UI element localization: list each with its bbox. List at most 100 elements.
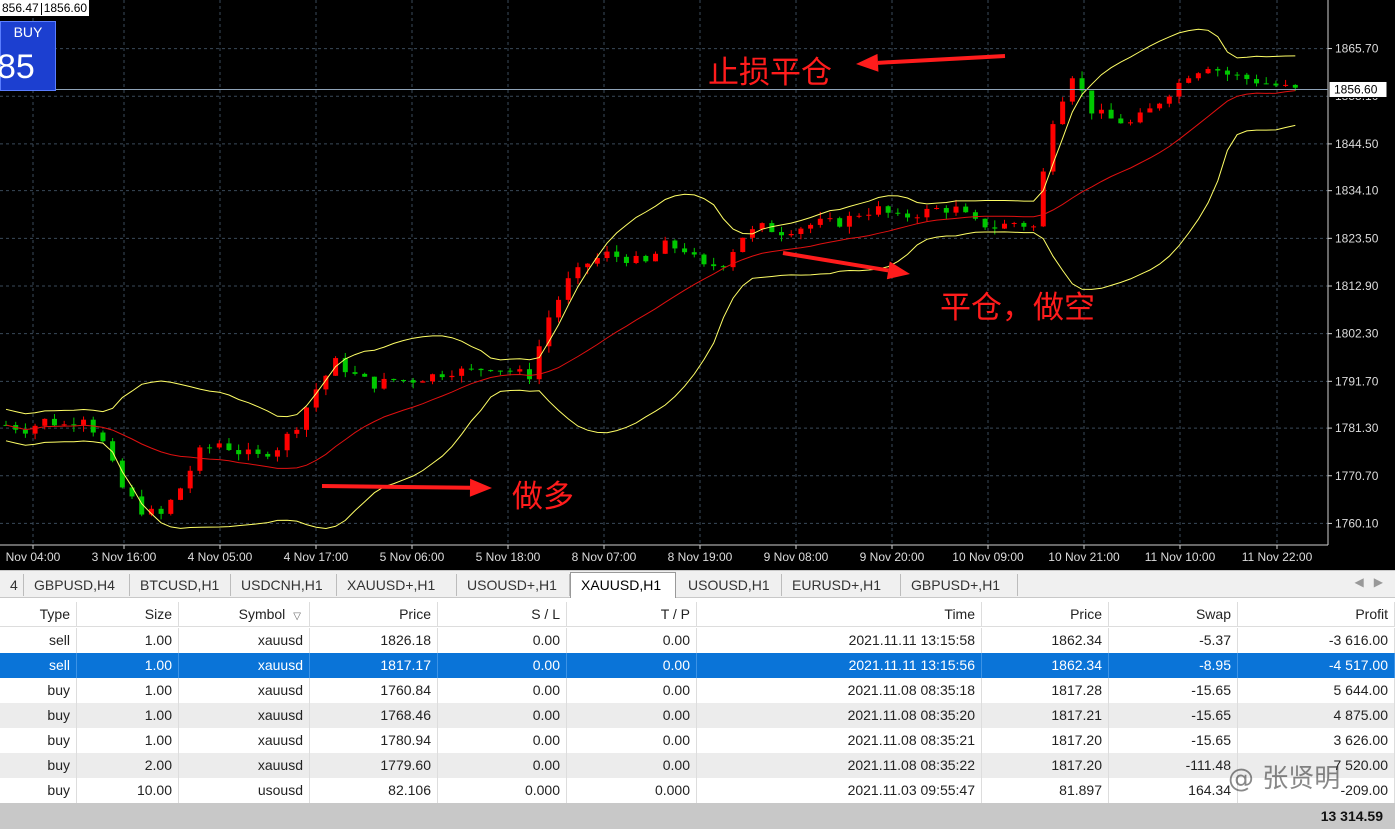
- candle: [468, 368, 474, 370]
- table-row-cell: buy: [0, 753, 77, 778]
- candle: [1195, 73, 1201, 79]
- candle: [420, 381, 426, 383]
- table-row[interactable]: buy 10.00 usousd 82.106 0.000 0.000 2021.11.03…: [0, 778, 1395, 803]
- candle: [410, 380, 416, 383]
- table-header-cell: S / L: [438, 602, 567, 627]
- candle: [924, 208, 930, 218]
- arrow-go-long-head: [469, 478, 492, 497]
- candle: [391, 378, 397, 381]
- tab-eurusdplus-h1[interactable]: EURUSD+,H1: [782, 574, 901, 596]
- candle: [972, 212, 978, 219]
- tab-scroll-arrows[interactable]: ◀ ▶: [1355, 575, 1383, 589]
- table-row[interactable]: buy 2.00 xauusd 1779.60 0.00 0.00 2021.11.08 0…: [0, 753, 1395, 778]
- candle: [846, 215, 852, 227]
- table-header-cell: Profit: [1238, 602, 1395, 627]
- candle: [885, 206, 891, 213]
- candle: [1273, 83, 1279, 86]
- total-row: 13 314.59: [0, 803, 1395, 829]
- tab-xauusdplus-h1[interactable]: XAUUSD+,H1: [337, 574, 457, 596]
- candle: [459, 368, 465, 376]
- table-row-cell: -15.65: [1109, 703, 1238, 728]
- candle: [623, 256, 629, 263]
- chart-canvas[interactable]: 1865.701855.101844.501834.101823.501812.…: [0, 0, 1395, 570]
- candle: [400, 380, 406, 382]
- table-row-cell: buy: [0, 778, 77, 803]
- candle: [61, 424, 67, 426]
- candle: [226, 443, 232, 451]
- candle: [294, 429, 300, 434]
- candle: [32, 425, 38, 434]
- candle: [488, 370, 494, 372]
- table-row-cell: 1862.34: [982, 653, 1109, 678]
- table-row[interactable]: buy 1.00 xauusd 1760.84 0.00 0.00 2021.11.08 0…: [0, 678, 1395, 703]
- candle: [585, 263, 591, 268]
- table-header[interactable]: Type Size Symbol ▽ Price S / LT / P Time Price S…: [0, 602, 1395, 627]
- candle: [1108, 109, 1114, 119]
- candle: [614, 251, 620, 257]
- x-tick-label: 8 Nov 07:00: [572, 550, 637, 564]
- tab-gbpusd-h4[interactable]: GBPUSD,H4: [24, 574, 130, 596]
- candle: [905, 213, 911, 218]
- table-row-cell: 0.00: [438, 703, 567, 728]
- tab-gbpusdplus-h1[interactable]: GBPUSD+,H1: [901, 574, 1018, 596]
- candle: [779, 232, 785, 236]
- tab-xauusd-h1[interactable]: XAUUSD,H1: [570, 572, 676, 598]
- tab-usousd-h1[interactable]: USOUSD,H1: [678, 574, 782, 596]
- y-tick-label: 1760.10: [1335, 516, 1379, 530]
- candle: [371, 376, 377, 389]
- candle: [129, 487, 135, 497]
- arrow-stop-loss: [877, 54, 1006, 65]
- candle: [158, 508, 164, 514]
- table-row[interactable]: sell 1.00 xauusd 1826.18 0.00 0.00 2021.11.11 …: [0, 628, 1395, 653]
- table-row[interactable]: buy 1.00 xauusd 1780.94 0.00 0.00 2021.11.08 0…: [0, 728, 1395, 753]
- table-row-cell: 2021.11.11 13:15:56: [697, 653, 982, 678]
- candle: [565, 278, 571, 300]
- table-row-cell: 0.00: [438, 678, 567, 703]
- candle: [51, 418, 57, 426]
- candle: [604, 251, 610, 259]
- y-tick-label: 1812.90: [1335, 279, 1379, 293]
- tab-usdcnh-h1[interactable]: USDCNH,H1: [231, 574, 337, 596]
- bollinger-upper: [5, 28, 1296, 418]
- candle: [1224, 70, 1230, 75]
- x-tick-label: 11 Nov 22:00: [1242, 550, 1313, 564]
- candle: [788, 233, 794, 236]
- candle: [1234, 74, 1240, 76]
- table-row-cell: -5.37: [1109, 628, 1238, 653]
- candle: [1128, 122, 1134, 124]
- table-row-cell: 0.000: [438, 778, 567, 803]
- tab-btcusd-h1[interactable]: BTCUSD,H1: [130, 574, 231, 596]
- table-header-cell: Price: [310, 602, 438, 627]
- table-row[interactable]: sell 1.00 xauusd 1817.17 0.00 0.00 2021.11.11 …: [0, 653, 1395, 678]
- candle: [430, 374, 436, 382]
- table-row-cell: 0.00: [438, 753, 567, 778]
- tab-0[interactable]: 4: [0, 574, 24, 596]
- candle: [672, 240, 678, 249]
- table-row-cell: 1817.20: [982, 728, 1109, 753]
- table-row-cell: 0.00: [567, 728, 697, 753]
- candle: [517, 369, 523, 372]
- table-row-cell: 1.00: [77, 728, 179, 753]
- candle: [1011, 222, 1017, 224]
- table-row-cell: 1817.20: [982, 753, 1109, 778]
- table-row-cell: -15.65: [1109, 678, 1238, 703]
- x-tick-label: 4 Nov 17:00: [284, 550, 349, 564]
- table-row-cell: sell: [0, 628, 77, 653]
- candle: [934, 208, 940, 210]
- total-profit: 13 314.59: [1320, 808, 1383, 824]
- y-tick-label: 1781.30: [1335, 421, 1379, 435]
- table-row-cell: xauusd: [179, 753, 310, 778]
- tab-usousdplus-h1[interactable]: USOUSD+,H1: [457, 574, 570, 596]
- one-click-buy-button[interactable]: BUY 85: [0, 21, 56, 91]
- candle: [313, 389, 319, 408]
- table-row-cell: 1760.84: [310, 678, 438, 703]
- candle: [866, 214, 872, 216]
- table-row[interactable]: buy 1.00 xauusd 1768.46 0.00 0.00 2021.11.08 0…: [0, 703, 1395, 728]
- candle: [808, 224, 814, 229]
- candle: [42, 418, 48, 426]
- price-chart[interactable]: 1865.701855.101844.501834.101823.501812.…: [0, 0, 1395, 570]
- table-row-cell: xauusd: [179, 678, 310, 703]
- candle: [497, 370, 503, 372]
- candle: [274, 450, 280, 457]
- candle: [381, 378, 387, 389]
